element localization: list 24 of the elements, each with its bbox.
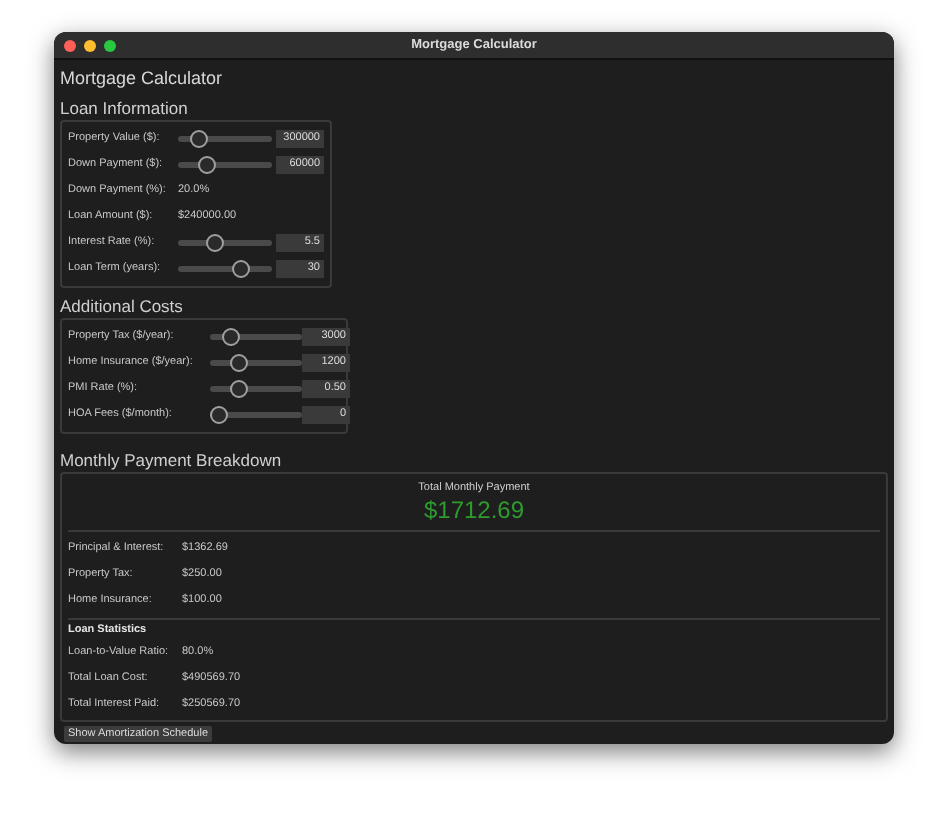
slider[interactable]: [210, 328, 302, 346]
slider-thumb[interactable]: [229, 380, 248, 398]
slider[interactable]: [210, 406, 302, 424]
slider-thumb[interactable]: [231, 260, 250, 278]
slider-thumb[interactable]: [221, 328, 240, 346]
minimize-button[interactable]: [84, 39, 96, 51]
slider-thumb[interactable]: [197, 156, 215, 174]
section-title: Additional Costs: [60, 296, 183, 318]
slider[interactable]: [178, 234, 272, 252]
slider-thumb[interactable]: [206, 234, 225, 252]
app-heading: Mortgage Calculator: [60, 66, 223, 90]
slider[interactable]: [210, 380, 302, 398]
close-button[interactable]: [64, 39, 76, 51]
section-title: Monthly Payment Breakdown: [60, 450, 282, 472]
slider[interactable]: [178, 130, 272, 148]
slider-thumb[interactable]: [190, 130, 209, 148]
total-value: $1712.69: [423, 496, 525, 524]
slider-thumb[interactable]: [229, 354, 248, 372]
slider[interactable]: [178, 156, 272, 174]
slider-thumb[interactable]: [210, 406, 228, 424]
zoom-button[interactable]: [104, 39, 116, 51]
slider[interactable]: [178, 260, 272, 278]
slider[interactable]: [210, 354, 302, 372]
section-title: Loan Information: [60, 98, 188, 120]
